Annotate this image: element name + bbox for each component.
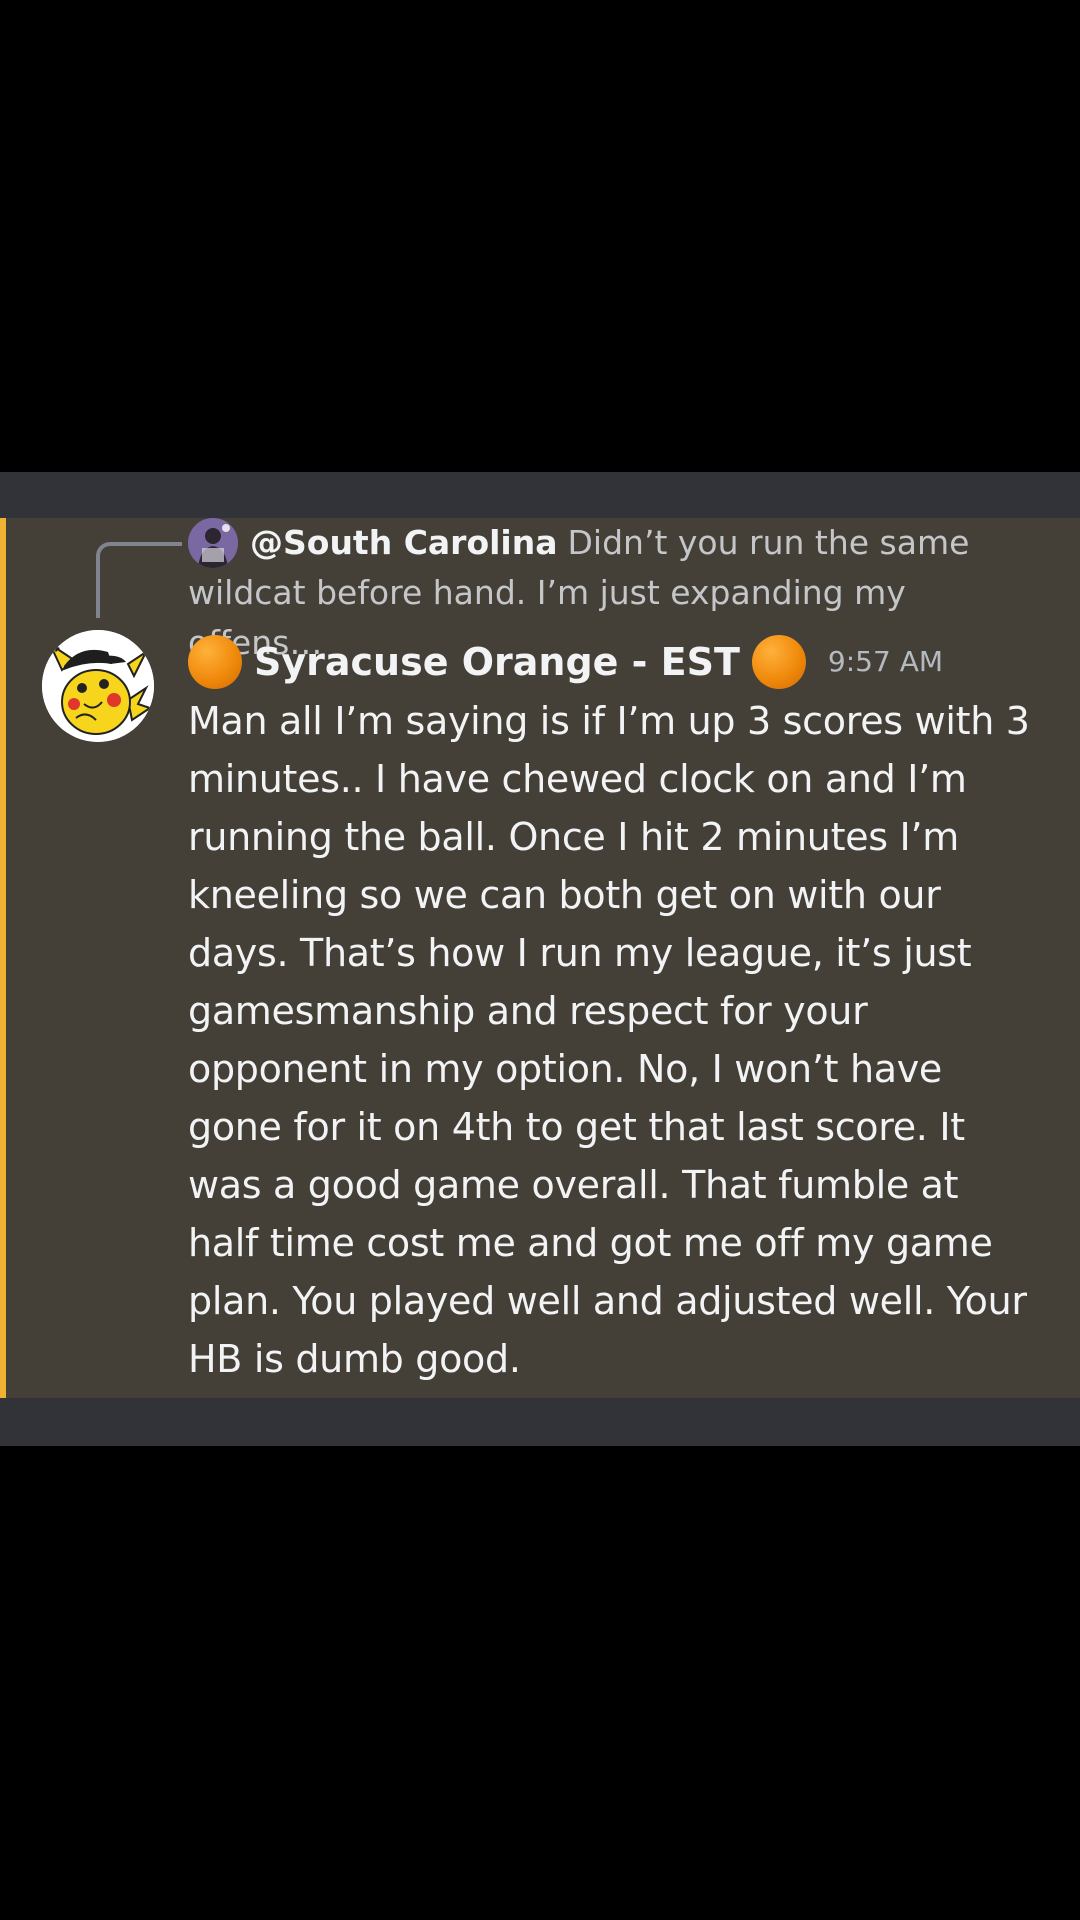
reply-connector-line (96, 542, 182, 618)
chat-message[interactable]: @South Carolina Didn’t you run the same w… (0, 518, 1080, 1398)
message-header: Syracuse Orange - EST 9:57 AM (188, 634, 943, 690)
chat-background-top (0, 472, 1080, 518)
orange-ball-icon (751, 635, 806, 689)
reply-author[interactable]: @South Carolina (250, 523, 558, 562)
orange-ball-icon (188, 635, 242, 689)
mention-highlight-bar (0, 518, 6, 1398)
pikachu-avatar-icon[interactable] (42, 630, 154, 742)
message-content: Man all I’m saying is if I’m up 3 scores… (188, 699, 1030, 1381)
screenshot-frame: @South Carolina Didn’t you run the same w… (0, 0, 1080, 1920)
username[interactable]: Syracuse Orange - EST (254, 634, 740, 690)
chat-background-bottom (0, 1398, 1080, 1446)
timestamp[interactable]: 9:57 AM (828, 634, 943, 690)
